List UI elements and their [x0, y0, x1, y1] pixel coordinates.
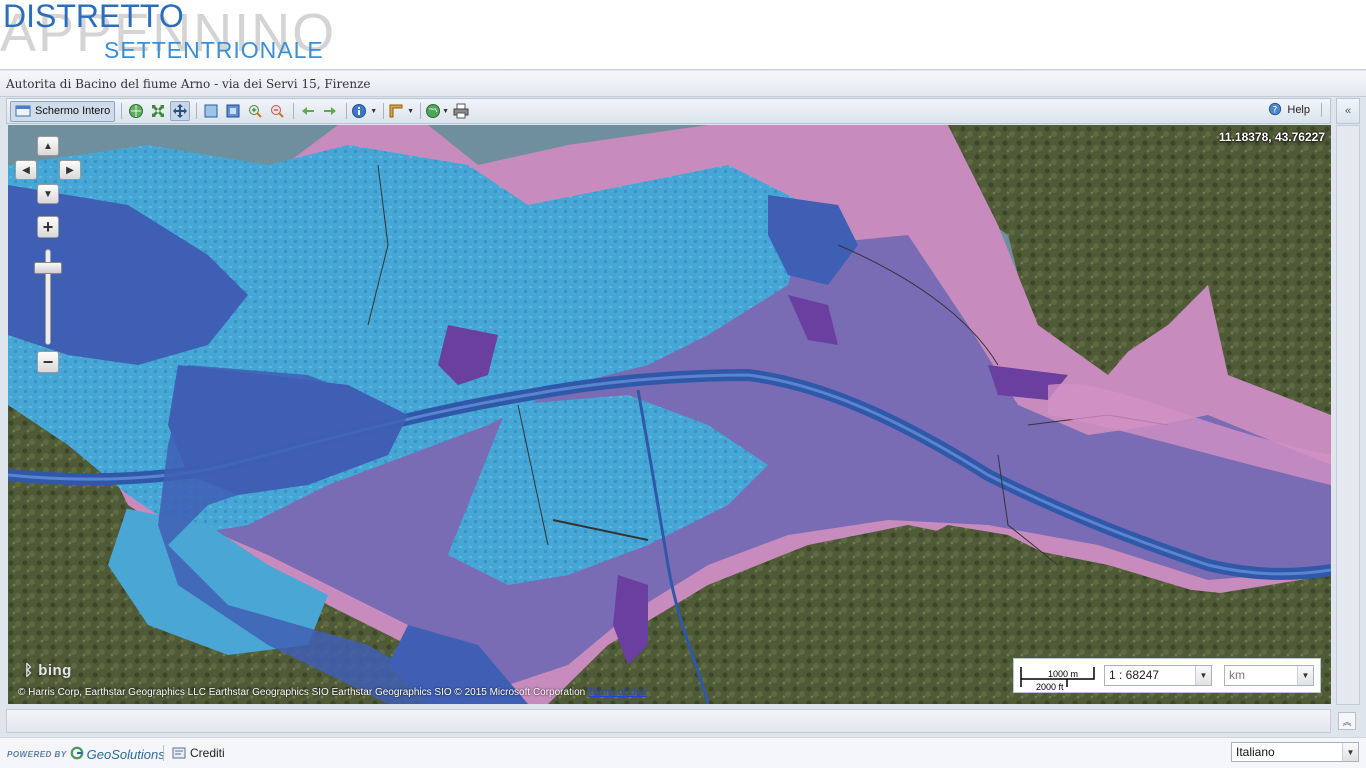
toolbar-separator	[346, 103, 348, 119]
arrow-right-icon	[322, 103, 338, 119]
collapse-east-panel-button[interactable]: «	[1336, 98, 1360, 124]
pan-down-button[interactable]: ▼	[37, 184, 59, 204]
toolbar-separator	[121, 103, 123, 119]
zoom-in-icon	[247, 103, 263, 119]
plus-icon: +	[42, 216, 54, 237]
arrow-left-icon: ◀	[22, 164, 30, 176]
globe-button[interactable]: ▼	[425, 101, 449, 121]
scale-value: 1 : 68247	[1109, 668, 1160, 682]
zoom-in-map-button[interactable]: +	[37, 216, 59, 238]
chevron-down-icon: ▼	[1195, 666, 1211, 685]
previous-view-button[interactable]	[298, 101, 318, 121]
app-header: APPENNINO DISTRETTO SETTENTRIONALE	[0, 0, 1366, 70]
zoom-box-out-icon	[225, 103, 241, 119]
toolbar-separator	[420, 103, 422, 119]
scale-label-imperial: 2000 ft	[1036, 682, 1064, 692]
zoom-out-map-button[interactable]: −	[37, 351, 59, 373]
scale-control: 1000 m 2000 ft 1 : 68247 ▼ km ▼	[1013, 658, 1321, 693]
zoom-box-out-button[interactable]	[223, 101, 243, 121]
toolbar-separator	[1321, 103, 1322, 117]
logo-subtitle: SETTENTRIONALE	[104, 37, 324, 63]
arrow-up-icon: ▲	[43, 140, 53, 152]
chevron-down-icon: ▼	[1297, 666, 1313, 685]
svg-text:?: ?	[1273, 106, 1278, 116]
measure-button[interactable]: ▼	[388, 101, 414, 121]
east-panel-collapsed[interactable]	[1336, 125, 1360, 705]
pan-icon	[172, 103, 188, 119]
zoom-box-button[interactable]	[201, 101, 221, 121]
powered-by-geosolutions[interactable]: POWERED BY GeoSolutions	[7, 746, 165, 763]
west-panel-collapsed[interactable]	[0, 125, 6, 705]
crediti-label: Crediti	[190, 746, 225, 760]
expand-arrows-icon	[150, 103, 166, 119]
attribution-text: © Harris Corp, Earthstar Geographics LLC…	[18, 687, 586, 698]
globe-icon	[425, 103, 441, 119]
expand-south-panel-button[interactable]: ︽	[1338, 712, 1356, 730]
chevron-down-icon: ▼	[1342, 743, 1358, 761]
double-chevron-left-icon: «	[1344, 105, 1352, 117]
pan-right-button[interactable]: ▶	[59, 160, 81, 180]
arrow-right-icon: ▶	[66, 164, 74, 176]
terms-of-use-link[interactable]: Terms of Use	[588, 687, 647, 698]
fullscreen-icon	[15, 103, 31, 119]
chevron-down-icon: ▼	[442, 107, 450, 115]
footer-separator	[163, 745, 164, 761]
pan-button[interactable]	[170, 101, 191, 121]
powered-by-label: POWERED BY	[7, 750, 67, 759]
map-imagery	[8, 125, 1331, 704]
zoom-in-button[interactable]	[245, 101, 265, 121]
help-button[interactable]: ? Help	[1268, 102, 1322, 118]
chevron-down-icon: ▼	[370, 107, 378, 115]
map-attribution: © Harris Corp, Earthstar Geographics LLC…	[18, 687, 647, 698]
unit-value: km	[1229, 668, 1245, 682]
next-view-button[interactable]	[320, 101, 340, 121]
credits-icon	[171, 745, 187, 761]
zoom-box-icon	[203, 103, 219, 119]
mouse-position-readout: 11.18378, 43.76227	[1218, 130, 1325, 144]
help-icon: ?	[1268, 102, 1284, 118]
chevron-down-icon: ▼	[407, 107, 415, 115]
app-footer: POWERED BY GeoSolutions Crediti Italiano…	[0, 737, 1366, 768]
pan-up-button[interactable]: ▲	[37, 136, 59, 156]
globe-zoom-icon	[128, 103, 144, 119]
map-viewport[interactable]: 11.18378, 43.76227 ▲ ◀ ▶ ▼ + − ᛒ bing © …	[8, 125, 1331, 704]
crediti-button[interactable]: Crediti	[171, 745, 225, 761]
info-icon	[351, 103, 367, 119]
zoom-slider-thumb[interactable]	[34, 261, 62, 274]
print-button[interactable]	[451, 101, 471, 121]
bing-label: bing	[38, 662, 72, 679]
fullscreen-button[interactable]: Schermo Intero	[10, 100, 116, 122]
arrow-down-icon: ▼	[43, 188, 53, 200]
map-toolbar: Schermo Intero ▼ ▼ ▼ ? Help	[6, 98, 1331, 124]
language-select[interactable]: Italiano ▼	[1231, 742, 1359, 762]
zoom-to-max-extent-button[interactable]	[148, 101, 168, 121]
panel-title: Autorita di Bacino del fiume Arno - via …	[0, 71, 1366, 97]
bing-icon: ᛒ	[24, 662, 34, 679]
logo-title: DISTRETTO	[3, 0, 184, 34]
scale-label-metric: 1000 m	[1048, 669, 1079, 679]
arrow-left-icon	[300, 103, 316, 119]
ruler-icon	[388, 103, 404, 119]
bing-logo: ᛒ bing	[24, 662, 72, 679]
double-chevron-up-icon: ︽	[1342, 716, 1352, 727]
info-button[interactable]: ▼	[351, 101, 377, 121]
pan-left-button[interactable]: ◀	[15, 160, 37, 180]
scale-bar: 1000 m 2000 ft	[1020, 665, 1095, 692]
minus-icon: −	[42, 351, 54, 372]
zoom-out-icon	[269, 103, 285, 119]
help-label: Help	[1287, 104, 1310, 116]
fullscreen-label: Schermo Intero	[35, 105, 111, 117]
print-icon	[453, 103, 469, 119]
unit-select[interactable]: km ▼	[1224, 665, 1314, 686]
toolbar-separator	[196, 103, 198, 119]
geosolutions-label: GeoSolutions	[86, 747, 165, 762]
language-value: Italiano	[1236, 745, 1275, 759]
toolbar-separator	[293, 103, 295, 119]
scale-select[interactable]: 1 : 68247 ▼	[1104, 665, 1212, 686]
status-bar	[6, 709, 1331, 733]
max-extent-button[interactable]	[126, 101, 146, 121]
zoom-out-button[interactable]	[267, 101, 287, 121]
geosolutions-logo-icon	[70, 746, 84, 763]
toolbar-separator	[383, 103, 385, 119]
